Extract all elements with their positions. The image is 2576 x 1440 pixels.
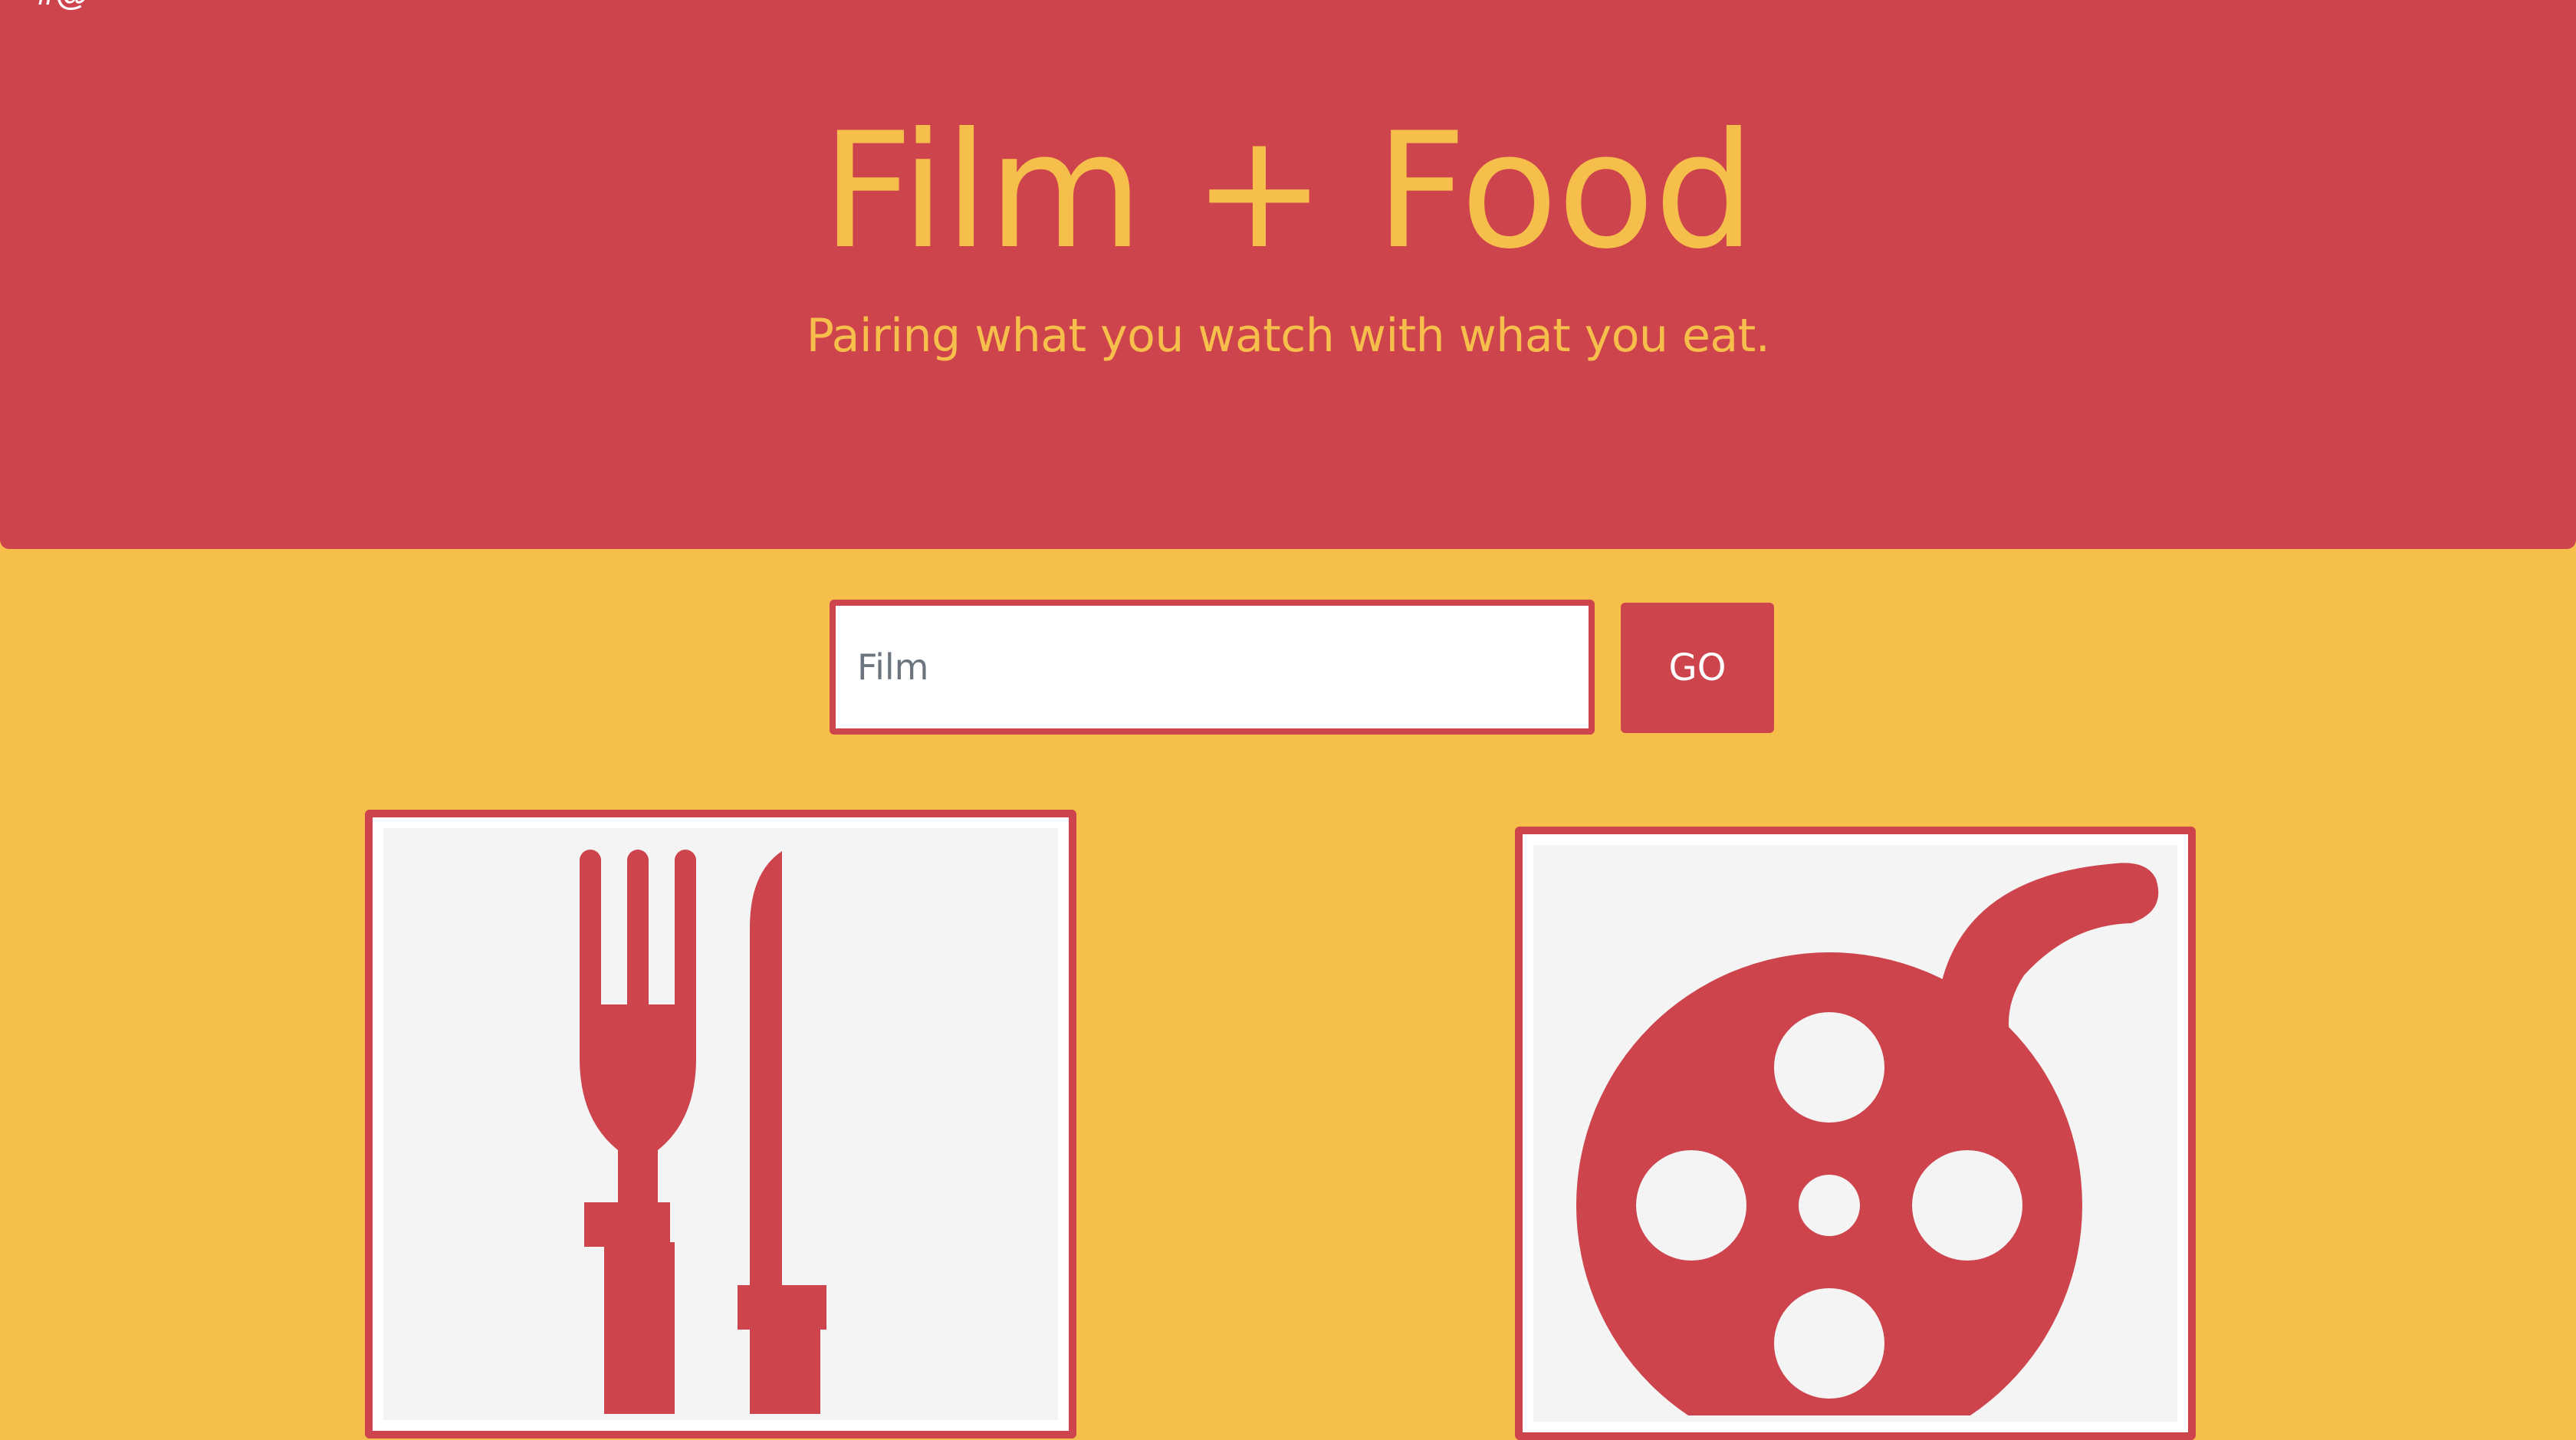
go-button[interactable]: GO [1621,603,1774,733]
film-search-input[interactable] [830,600,1595,735]
page-title: Film + Food [821,99,1756,284]
fork-knife-icon [580,850,826,1414]
film-card[interactable] [1515,827,2196,1440]
page-subtitle: Pairing what you watch with what you eat… [806,309,1770,363]
film-card-image [1533,845,2177,1422]
film-reel-icon [1576,863,2159,1415]
hero-banner: Film + Food Pairing what you watch with … [0,38,2576,549]
food-card[interactable] [365,810,1076,1438]
top-strip: #@ [0,0,2576,38]
search-form: GO [830,600,1774,735]
top-strip-partial-text: #@ [37,0,88,11]
food-card-image [383,828,1058,1420]
